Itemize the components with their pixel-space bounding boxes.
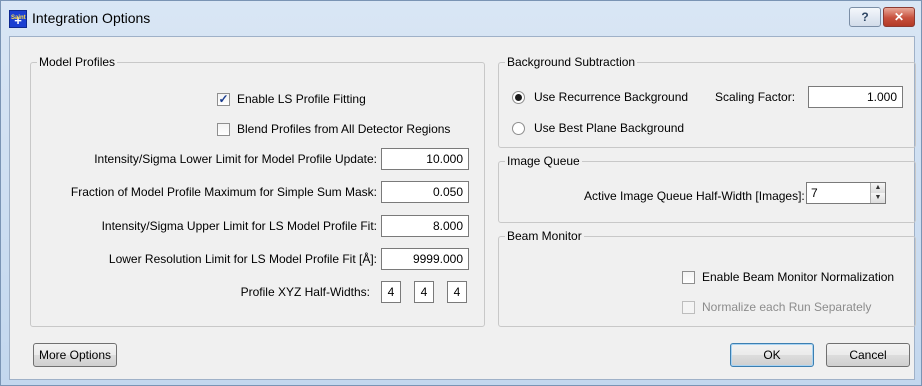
- image-queue-halfwidth-value[interactable]: 7: [811, 186, 818, 200]
- dialog-body: Model Profiles ✓ Enable LS Profile Fitti…: [9, 36, 916, 380]
- resolution-limit-label: Lower Resolution Limit for LS Model Prof…: [108, 252, 377, 266]
- model-profiles-title: Model Profiles: [37, 55, 118, 69]
- upper-limit-input[interactable]: 8.000: [381, 215, 469, 237]
- x-halfwidth-input[interactable]: 4: [381, 281, 401, 303]
- blend-profiles-checkbox[interactable]: [217, 123, 230, 136]
- recurrence-background-label: Use Recurrence Background: [534, 90, 689, 104]
- help-button[interactable]: ?: [849, 7, 881, 27]
- beam-normalization-checkbox[interactable]: [682, 271, 695, 284]
- scaling-factor-label: Scaling Factor:: [715, 90, 796, 104]
- enable-ls-label: Enable LS Profile Fitting: [237, 92, 366, 106]
- recurrence-background-radio[interactable]: [512, 91, 525, 104]
- spin-down-icon[interactable]: ▼: [871, 193, 885, 203]
- close-button[interactable]: ✕: [883, 7, 915, 27]
- beam-monitor-group: Beam Monitor Enable Beam Monitor Normali…: [498, 229, 916, 327]
- best-plane-background-label: Use Best Plane Background: [534, 121, 685, 135]
- image-queue-title: Image Queue: [505, 154, 582, 168]
- ok-button[interactable]: OK: [730, 343, 814, 367]
- scaling-factor-input[interactable]: 1.000: [808, 86, 903, 108]
- dialog-window: Saint + Integration Options ? ✕ Model Pro…: [0, 0, 922, 386]
- upper-limit-label: Intensity/Sigma Upper Limit for LS Model…: [101, 219, 377, 233]
- image-queue-halfwidth-spinner[interactable]: 7 ▲ ▼: [806, 182, 886, 204]
- beam-monitor-title: Beam Monitor: [505, 229, 584, 243]
- help-icon: ?: [861, 10, 869, 24]
- y-halfwidth-input[interactable]: 4: [414, 281, 434, 303]
- window-title: Integration Options: [32, 10, 151, 26]
- normalize-each-run-label: Normalize each Run Separately: [702, 300, 872, 314]
- lower-limit-label: Intensity/Sigma Lower Limit for Model Pr…: [94, 152, 377, 166]
- more-options-button[interactable]: More Options: [33, 343, 117, 367]
- blend-profiles-label: Blend Profiles from All Detector Regions: [237, 122, 451, 136]
- xyz-halfwidths-label: Profile XYZ Half-Widths:: [240, 285, 370, 299]
- image-queue-halfwidth-label: Active Image Queue Half-Width [Images]:: [584, 189, 805, 203]
- best-plane-background-radio[interactable]: [512, 122, 525, 135]
- sum-mask-fraction-label: Fraction of Model Profile Maximum for Si…: [70, 185, 377, 199]
- saint-app-icon: Saint +: [9, 10, 27, 28]
- model-profiles-group: Model Profiles ✓ Enable LS Profile Fitti…: [30, 55, 485, 327]
- cancel-button[interactable]: Cancel: [826, 343, 910, 367]
- title-bar[interactable]: Saint + Integration Options ? ✕: [1, 1, 921, 35]
- enable-ls-checkbox[interactable]: ✓: [217, 93, 230, 106]
- background-subtraction-group: Background Subtraction Use Recurrence Ba…: [498, 55, 916, 148]
- checkmark-icon: ✓: [218, 92, 229, 106]
- sum-mask-fraction-input[interactable]: 0.050: [381, 181, 469, 203]
- beam-normalization-label: Enable Beam Monitor Normalization: [702, 270, 895, 284]
- background-subtraction-title: Background Subtraction: [505, 55, 638, 69]
- z-halfwidth-input[interactable]: 4: [447, 281, 467, 303]
- resolution-limit-input[interactable]: 9999.000: [381, 248, 469, 270]
- spinner-buttons: ▲ ▼: [870, 183, 885, 203]
- close-icon: ✕: [893, 10, 905, 24]
- normalize-each-run-checkbox[interactable]: [682, 301, 695, 314]
- lower-limit-input[interactable]: 10.000: [381, 148, 469, 170]
